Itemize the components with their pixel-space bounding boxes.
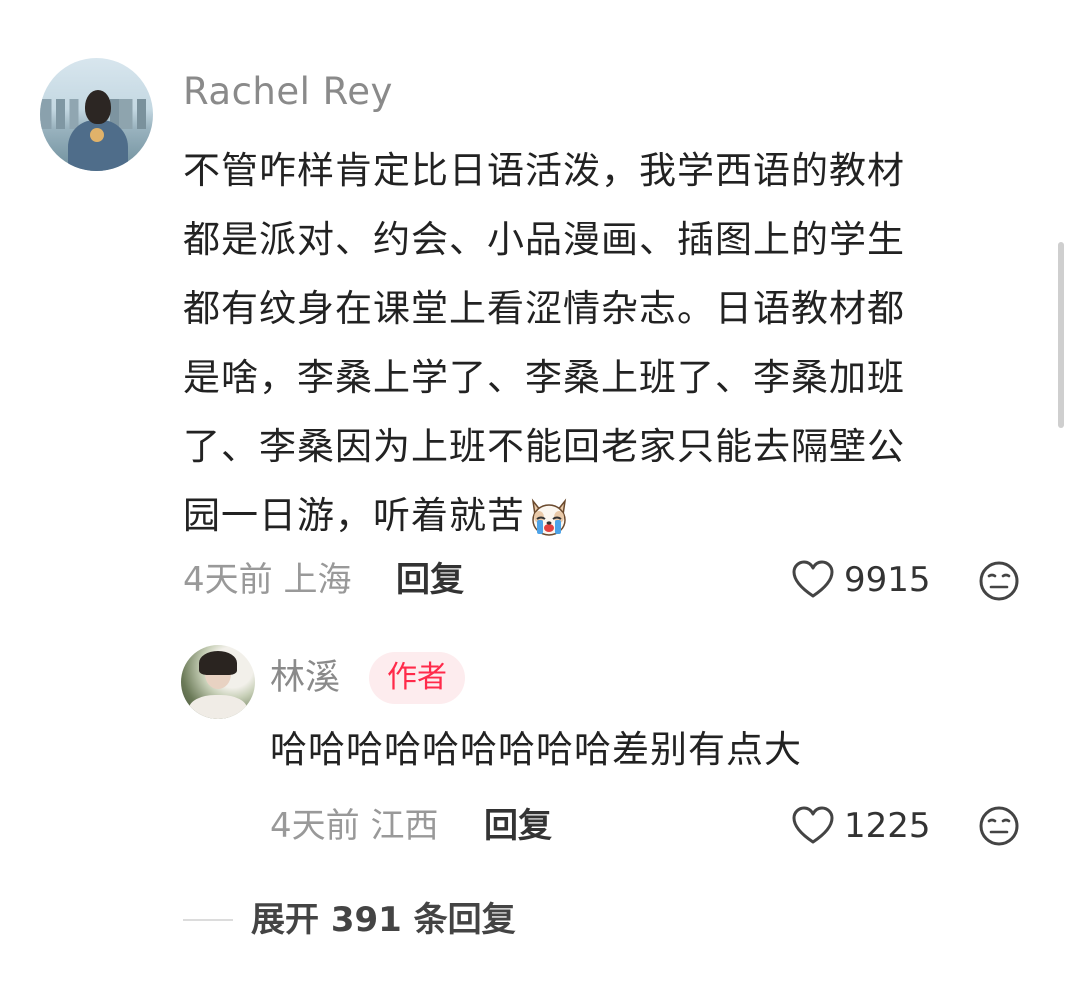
like-button[interactable]: 9915	[792, 558, 931, 602]
avatar-hair	[199, 651, 237, 675]
scrollbar[interactable]	[1058, 242, 1064, 428]
expand-replies-button[interactable]: 展开 391 条回复	[183, 898, 516, 942]
reply-like-count: 1225	[844, 806, 931, 846]
crying-dog-emoji-icon	[527, 492, 571, 536]
comment-text-line: 都有纹身在课堂上看涩情杂志。日语教材都	[183, 287, 905, 330]
comment-item: Rachel Rey 不管咋样肯定比日语活泼，我学西语的教材 都是派对、约会、小…	[0, 0, 1079, 984]
reply-text: 哈哈哈哈哈哈哈哈哈差别有点大	[270, 728, 802, 771]
heart-outline-icon	[792, 806, 834, 844]
dislike-button[interactable]	[978, 560, 1020, 606]
reply-location: 江西	[370, 806, 439, 846]
expand-replies-label: 展开 391 条回复	[251, 900, 516, 940]
comment-text-line: 园一日游，听着就苦	[183, 494, 525, 537]
divider-line	[183, 919, 233, 921]
user-avatar[interactable]	[40, 58, 153, 171]
neutral-face-icon	[979, 806, 1019, 846]
reply-dislike-button[interactable]	[978, 805, 1020, 851]
comment-time: 4天前	[183, 560, 273, 600]
reply-username[interactable]: 林溪	[270, 656, 340, 700]
reply-time: 4天前	[270, 806, 360, 846]
comment-location: 上海	[283, 560, 352, 600]
author-badge: 作者	[369, 652, 465, 704]
reply-meta: 4天前 江西	[270, 804, 438, 848]
avatar-hand	[90, 128, 104, 142]
comment-username[interactable]: Rachel Rey	[183, 70, 393, 114]
comment-text-line: 都是派对、约会、小品漫画、插图上的学生	[183, 218, 905, 261]
avatar-shoulder	[189, 695, 247, 719]
reply-like-button[interactable]: 1225	[792, 804, 931, 848]
comment-text-line: 是啥，李桑上学了、李桑上班了、李桑加班	[183, 356, 905, 399]
like-count: 9915	[844, 560, 931, 600]
comment-text-line: 了、李桑因为上班不能回老家只能去隔壁公	[183, 425, 905, 468]
reply-button[interactable]: 回复	[396, 558, 464, 602]
comment-text: 不管咋样肯定比日语活泼，我学西语的教材 都是派对、约会、小品漫画、插图上的学生 …	[183, 136, 1033, 550]
comment-meta: 4天前 上海	[183, 558, 351, 602]
neutral-face-icon	[979, 561, 1019, 601]
avatar-person-head	[85, 90, 111, 124]
comment-text-line: 不管咋样肯定比日语活泼，我学西语的教材	[183, 149, 905, 192]
comment-text-line-last: 园一日游，听着就苦	[183, 481, 1033, 550]
heart-outline-icon	[792, 560, 834, 598]
reply-reply-button[interactable]: 回复	[484, 804, 552, 848]
reply-avatar[interactable]	[181, 645, 255, 719]
